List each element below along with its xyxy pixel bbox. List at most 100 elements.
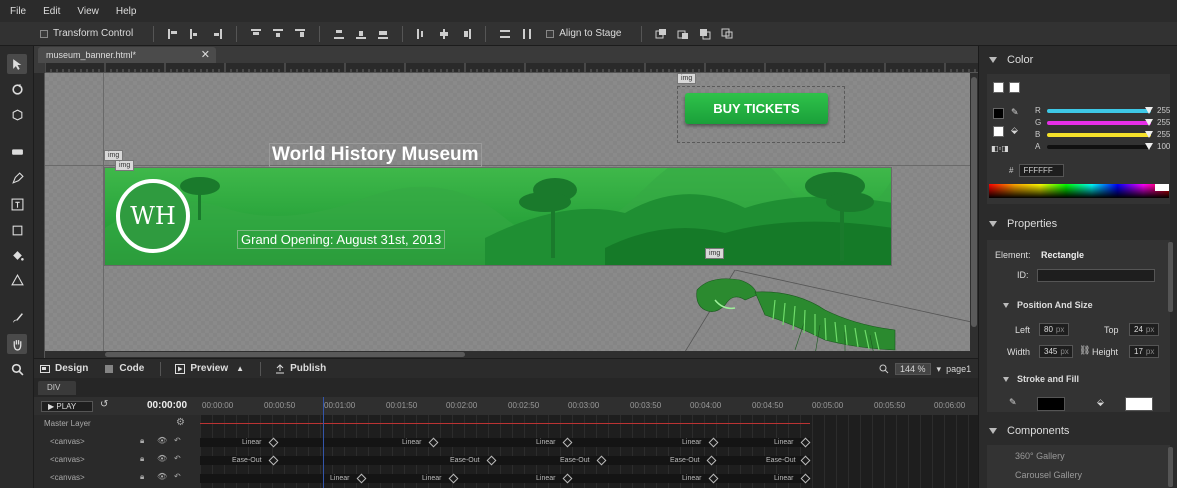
- menu-view[interactable]: View: [77, 6, 99, 17]
- bring-front-icon[interactable]: [653, 26, 669, 42]
- page-selector[interactable]: page1: [946, 364, 971, 374]
- align-middle-icon[interactable]: [270, 26, 286, 42]
- track-bar[interactable]: [200, 456, 810, 465]
- banner-rectangle[interactable]: WH Grand Opening: August 31st, 2013: [104, 167, 892, 266]
- playhead[interactable]: [323, 397, 324, 488]
- eye-icon[interactable]: 👁︎: [157, 454, 167, 464]
- link-icon[interactable]: ⛓: [1079, 345, 1090, 356]
- properties-panel-header[interactable]: Properties: [979, 212, 1177, 236]
- lock-icon[interactable]: 🔒︎: [140, 472, 150, 482]
- height-input[interactable]: 17 px: [1129, 345, 1159, 358]
- rectangle-tool-icon[interactable]: [7, 220, 27, 240]
- track-bar[interactable]: [200, 474, 810, 483]
- color-spectrum[interactable]: [989, 184, 1169, 198]
- menu-help[interactable]: Help: [116, 6, 137, 17]
- undo-icon[interactable]: ↶: [174, 472, 184, 482]
- green-slider[interactable]: G 255: [1035, 118, 1175, 128]
- red-slider[interactable]: R 255: [1035, 106, 1175, 116]
- width-input[interactable]: 345 px: [1039, 345, 1073, 358]
- align-to-stage-checkbox[interactable]: [546, 29, 555, 38]
- space-vertical-icon[interactable]: [497, 26, 513, 42]
- code-view-button[interactable]: Code: [104, 363, 144, 374]
- properties-scrollbar[interactable]: [1168, 242, 1173, 312]
- menu-file[interactable]: File: [10, 6, 26, 17]
- museum-title-text[interactable]: World History Museum: [269, 143, 482, 167]
- fill-tool-icon[interactable]: [7, 270, 27, 290]
- align-bottom-left-icon[interactable]: [209, 26, 225, 42]
- undo-icon[interactable]: ↶: [174, 436, 184, 446]
- alpha-slider[interactable]: A 100: [1035, 142, 1175, 152]
- fill-bucket-icon[interactable]: ⬙: [1097, 397, 1104, 408]
- menu-edit[interactable]: Edit: [43, 6, 60, 17]
- blue-slider-track[interactable]: [1047, 133, 1151, 137]
- text-tool-icon[interactable]: [7, 194, 27, 214]
- hand-tool-icon[interactable]: [7, 334, 27, 354]
- component-item[interactable]: 360° Gallery: [1015, 451, 1065, 461]
- swatch-white[interactable]: [993, 82, 1004, 93]
- send-back-icon[interactable]: [719, 26, 735, 42]
- zoom-level-field[interactable]: 144 %: [895, 363, 931, 375]
- time-ruler[interactable]: 00:00:00 00:00:50 00:01:00 00:01:50 00:0…: [200, 397, 978, 415]
- align-top-left-icon[interactable]: [165, 26, 181, 42]
- publish-button[interactable]: Publish: [275, 363, 326, 374]
- align-horizontal-center-icon[interactable]: [436, 26, 452, 42]
- swatch-white[interactable]: [1009, 82, 1020, 93]
- gear-icon[interactable]: ⚙: [176, 417, 185, 428]
- left-input[interactable]: 80 px: [1039, 323, 1069, 336]
- alpha-slider-track[interactable]: [1047, 145, 1151, 149]
- slider-knob[interactable]: [1145, 143, 1153, 150]
- select-tool-icon[interactable]: [7, 54, 27, 74]
- align-top-icon[interactable]: [248, 26, 264, 42]
- lock-icon[interactable]: 🔒︎: [140, 436, 150, 446]
- eraser-tool-icon[interactable]: [7, 141, 27, 161]
- top-input[interactable]: 24 px: [1129, 323, 1159, 336]
- pencil-icon[interactable]: ✎: [1009, 397, 1017, 408]
- preview-dropdown-icon[interactable]: ▲: [236, 364, 244, 373]
- undo-icon[interactable]: ↶: [174, 454, 184, 464]
- layer-row[interactable]: <canvas> 🔒︎ 👁︎ ↶: [34, 451, 200, 469]
- buy-tickets-button[interactable]: BUY TICKETS: [685, 93, 828, 124]
- stroke-fill-header[interactable]: Stroke and Fill: [1003, 374, 1079, 384]
- lock-icon[interactable]: 🔒︎: [140, 454, 150, 464]
- eye-icon[interactable]: 👁︎: [157, 472, 167, 482]
- grand-opening-text[interactable]: Grand Opening: August 31st, 2013: [237, 230, 446, 249]
- vertical-scrollbar[interactable]: [970, 73, 978, 358]
- components-scrollbar[interactable]: [1168, 447, 1173, 487]
- bring-forward-icon[interactable]: [675, 26, 691, 42]
- layer-row[interactable]: <canvas> 🔒︎ 👁︎ ↶: [34, 433, 200, 451]
- fill-bucket-icon[interactable]: ⬙: [1011, 125, 1018, 136]
- transform-control-checkbox[interactable]: [40, 29, 48, 38]
- align-horizontal-left-icon[interactable]: [414, 26, 430, 42]
- paint-bucket-tool-icon[interactable]: [7, 245, 27, 265]
- hex-input[interactable]: FFFFFF: [1019, 164, 1065, 177]
- green-slider-track[interactable]: [1047, 121, 1151, 125]
- track-bar[interactable]: [200, 438, 810, 447]
- zoom-tool-icon[interactable]: [7, 359, 27, 379]
- slider-knob[interactable]: [1145, 119, 1153, 126]
- pen-tool-icon[interactable]: [7, 168, 27, 188]
- fill-color-swatch[interactable]: [1125, 397, 1153, 411]
- position-size-header[interactable]: Position And Size: [1003, 300, 1093, 310]
- distribute-top-icon[interactable]: [331, 26, 347, 42]
- horizontal-scroll-thumb[interactable]: [105, 352, 465, 357]
- pencil-icon[interactable]: ✎: [1011, 107, 1019, 118]
- transform-tool-icon[interactable]: [7, 79, 27, 99]
- vertical-scroll-thumb[interactable]: [971, 77, 977, 327]
- distribute-middle-icon[interactable]: [353, 26, 369, 42]
- component-item[interactable]: Carousel Gallery: [1015, 470, 1082, 480]
- wh-logo[interactable]: WH: [116, 179, 190, 253]
- stage-canvas[interactable]: BUY TICKETS img WH Grand Opening: August…: [45, 73, 970, 351]
- layer-row[interactable]: <canvas> 🔒︎ 👁︎ ↶: [34, 469, 200, 487]
- fill-color-swatch[interactable]: [993, 126, 1004, 137]
- guide-horizontal[interactable]: [45, 165, 970, 166]
- eye-icon[interactable]: 👁︎: [157, 436, 167, 446]
- preview-button[interactable]: Preview ▲: [175, 363, 244, 374]
- slider-knob[interactable]: [1145, 107, 1153, 114]
- play-button[interactable]: ▶ PLAY: [41, 401, 93, 412]
- space-horizontal-icon[interactable]: [519, 26, 535, 42]
- align-center-left-icon[interactable]: [187, 26, 203, 42]
- stroke-color-swatch[interactable]: [993, 108, 1004, 119]
- blue-slider[interactable]: B 255: [1035, 130, 1175, 140]
- timeline-tab-div[interactable]: DIV: [38, 381, 76, 395]
- design-view-button[interactable]: Design: [40, 363, 88, 374]
